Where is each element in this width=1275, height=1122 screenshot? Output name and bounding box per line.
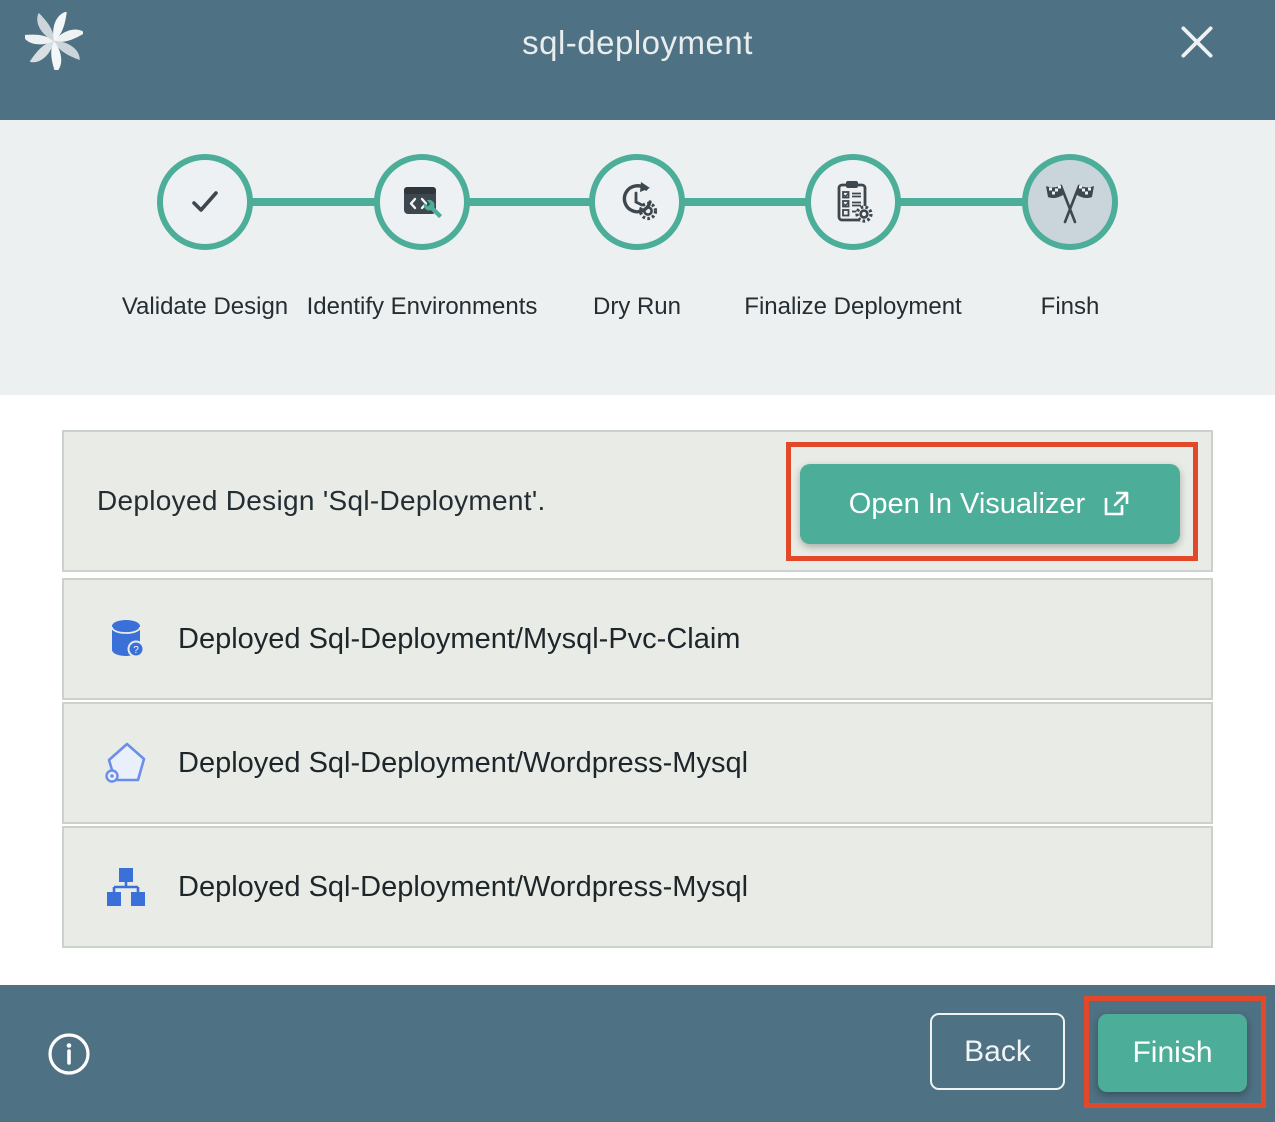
deployment-summary-message: Deployed Design 'Sql-Deployment'.: [97, 485, 546, 517]
close-button[interactable]: [1171, 16, 1223, 68]
hierarchy-icon: [102, 863, 150, 911]
deployed-item-text: Deployed Sql-Deployment/Wordpress-Mysql: [178, 747, 748, 780]
step-validate-design[interactable]: [157, 154, 253, 250]
checkmark-icon: [182, 179, 228, 225]
open-in-visualizer-button[interactable]: Open In Visualizer: [800, 464, 1180, 544]
step-label-finalize-deployment: Finalize Deployment: [733, 287, 973, 327]
step-identify-environments[interactable]: [374, 154, 470, 250]
database-icon: ?: [102, 615, 150, 663]
finish-flags-icon: [1044, 176, 1096, 228]
step-finish[interactable]: [1022, 154, 1118, 250]
deployed-item-text: Deployed Sql-Deployment/Mysql-Pvc-Claim: [178, 623, 740, 656]
deployed-item-text: Deployed Sql-Deployment/Wordpress-Mysql: [178, 871, 748, 904]
deployed-item-row: ? Deployed Sql-Deployment/Mysql-Pvc-Clai…: [62, 578, 1213, 700]
external-link-icon: [1101, 489, 1131, 519]
modal-header: sql-deployment: [0, 0, 1275, 120]
dry-run-icon: [613, 178, 661, 226]
meshery-logo-icon: [25, 12, 83, 70]
step-label-validate-design: Validate Design: [85, 287, 325, 327]
deployed-item-row: Deployed Sql-Deployment/Wordpress-Mysql: [62, 826, 1213, 948]
deployment-modal: sql-deployment: [0, 0, 1275, 1122]
step-finalize-deployment[interactable]: [805, 154, 901, 250]
step-dry-run[interactable]: [589, 154, 685, 250]
code-wrench-icon: [399, 179, 445, 225]
clipboard-gear-icon: [829, 178, 877, 226]
deployed-item-row: Deployed Sql-Deployment/Wordpress-Mysql: [62, 702, 1213, 824]
step-label-finish: Finsh: [950, 287, 1190, 327]
info-icon: [46, 1031, 92, 1077]
pentagon-icon: [102, 739, 150, 787]
svg-text:?: ?: [133, 645, 139, 656]
modal-title: sql-deployment: [0, 0, 1275, 86]
finish-button[interactable]: Finish: [1098, 1014, 1247, 1092]
info-button[interactable]: [46, 1031, 92, 1077]
back-button[interactable]: Back: [930, 1013, 1065, 1090]
step-label-identify-environments: Identify Environments: [302, 287, 542, 327]
open-in-visualizer-label: Open In Visualizer: [849, 488, 1085, 521]
step-label-dry-run: Dry Run: [517, 287, 757, 327]
close-icon: [1176, 21, 1218, 63]
modal-footer: [0, 985, 1275, 1122]
